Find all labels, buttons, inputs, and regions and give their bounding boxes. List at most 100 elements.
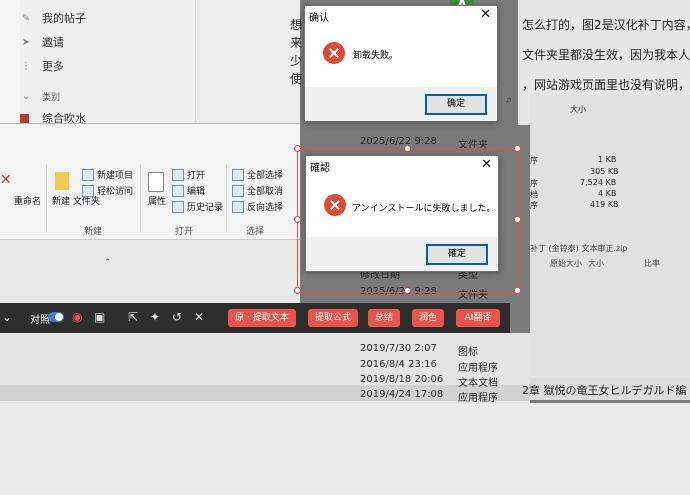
file-size: 4 KB xyxy=(598,189,617,198)
extract-text-button[interactable]: 原 · 提取文本 xyxy=(228,309,296,327)
select-all-label: 全部选择 xyxy=(247,171,284,181)
title-strip: 2章 獄悦の竜王女ヒルデガルド編 xyxy=(522,378,690,400)
close-icon[interactable]: ✕ xyxy=(480,7,491,22)
post-text-line: 怎么打的，图2是汉化补丁内容，图 xyxy=(522,18,690,32)
select-region-icon[interactable]: ⇱ xyxy=(128,310,138,324)
folder-icon xyxy=(55,172,69,190)
search-icon[interactable]: ⌕ xyxy=(506,93,512,107)
resize-handle[interactable] xyxy=(294,287,301,294)
edit-label: 编辑 xyxy=(187,187,206,197)
delete-icon[interactable]: ✕ xyxy=(0,172,12,188)
forum-sidebar: ✎ 我的帖子 ➤ 邀请 ⋮ 更多 ⌄ 类别 综合吹水 xyxy=(20,0,196,125)
pin-icon[interactable]: ✦ xyxy=(150,310,160,324)
summarize-button[interactable]: 总结 xyxy=(368,309,400,327)
invert-label: 反向选择 xyxy=(247,203,284,213)
easy-access-icon xyxy=(82,184,94,197)
chevron-down-icon: ⌄ xyxy=(21,90,31,102)
close-icon[interactable]: ✕ xyxy=(481,157,492,172)
archive-header: 补丁 (金铃泰) 文本审正.zip xyxy=(530,244,628,253)
sidebar-item-label: 更多 xyxy=(42,60,64,73)
post-text-line: 文件夹里都没生效，因为我本人玩这 xyxy=(522,48,690,62)
file-type-short: 档 xyxy=(530,190,538,199)
open-button[interactable]: 打开 xyxy=(172,168,205,181)
bottom-area xyxy=(0,403,690,495)
game-title: 2章 獄悦の竜王女ヒルデガルド編 xyxy=(522,384,687,397)
file-type: 应用程序 xyxy=(458,363,498,374)
resize-handle[interactable] xyxy=(514,216,521,223)
file-size: 305 KB xyxy=(590,167,619,176)
file-list xyxy=(0,333,530,403)
post-fragment: 使 xyxy=(290,72,303,86)
col-header: 比率 xyxy=(644,259,660,268)
divider xyxy=(140,164,141,232)
extract-formula-button[interactable]: 提取公式 xyxy=(308,309,358,327)
select-none-label: 全部取消 xyxy=(247,187,284,197)
rename-button[interactable]: 重命名 xyxy=(14,194,41,207)
ai-translate-button[interactable]: AI翻译 xyxy=(456,309,500,327)
sidebar-item-label: 我的帖子 xyxy=(42,12,86,25)
dialog-footer: 确定 xyxy=(305,87,497,121)
sidebar-item-invite[interactable]: ➤ 邀请 xyxy=(20,32,64,52)
compare-label: 对照 xyxy=(30,315,50,326)
properties-button[interactable]: 属性 xyxy=(148,194,166,207)
ok-button[interactable]: 確定 xyxy=(426,244,488,265)
collapse-chevron-icon[interactable]: ⌃ xyxy=(104,258,112,268)
invert-selection-button[interactable]: 反向选择 xyxy=(232,200,283,213)
edit-button[interactable]: 编辑 xyxy=(172,184,205,197)
col-header: 大小 xyxy=(588,259,604,268)
chevron-down-icon[interactable]: ⌄ xyxy=(2,310,12,324)
history-button[interactable]: 历史记录 xyxy=(172,200,223,213)
file-date: 2016/8/4 23:16 xyxy=(360,359,437,370)
file-size: 7,524 KB xyxy=(580,178,617,187)
sidebar-item-my-posts[interactable]: ✎ 我的帖子 xyxy=(20,8,86,28)
screenshot-toolbar: ⌄ 对照 ◉ ▣ ⇱ ✦ ↺ ✕ 原 · 提取文本 提取公式 总结 润色 AI翻… xyxy=(0,303,510,333)
divider xyxy=(226,164,227,232)
properties-icon xyxy=(148,172,164,192)
file-explorer-window: ✕ 重命名 新建 文件夹 新建项目 轻松访问 属性 打开 编辑 历史记录 全部选… xyxy=(0,123,300,304)
close-icon[interactable]: ✕ xyxy=(194,310,204,324)
select-none-button[interactable]: 全部取消 xyxy=(232,184,283,197)
pencil-icon: ✎ xyxy=(21,12,31,24)
resize-handle[interactable] xyxy=(404,287,411,294)
section-header[interactable]: ⌄ 类别 xyxy=(20,86,60,106)
resize-handle[interactable] xyxy=(294,145,301,152)
undo-icon[interactable]: ↺ xyxy=(172,310,182,324)
error-icon xyxy=(323,42,345,64)
file-date: 2019/8/18 20:06 xyxy=(360,374,444,385)
easy-access-button[interactable]: 轻松访问 xyxy=(82,184,133,197)
resize-handle[interactable] xyxy=(294,216,301,223)
ribbon: ✕ 重命名 新建 文件夹 新建项目 轻松访问 属性 打开 编辑 历史记录 全部选… xyxy=(0,124,300,240)
edit-icon xyxy=(172,184,184,197)
send-icon: ➤ xyxy=(21,36,31,48)
col-size-header[interactable]: 大小 xyxy=(570,104,586,115)
sidebar-item-more[interactable]: ⋮ 更多 xyxy=(20,56,64,76)
forum-window: ✎ 我的帖子 ➤ 邀请 ⋮ 更多 ⌄ 类别 综合吹水 A 想 来 少 使 xyxy=(0,0,474,125)
history-icon xyxy=(172,200,184,213)
new-item-icon xyxy=(82,168,94,181)
compare-toggle[interactable] xyxy=(48,312,64,322)
group-label-new: 新建 xyxy=(84,227,103,237)
file-type-short: 序 xyxy=(530,156,538,165)
ok-button[interactable]: 确定 xyxy=(425,94,487,115)
invert-icon xyxy=(232,200,244,213)
new-item-button[interactable]: 新建项目 xyxy=(82,168,133,181)
dialog-title: 确认 xyxy=(309,13,329,24)
more-icon: ⋮ xyxy=(21,60,31,72)
selected-row-highlight xyxy=(0,385,530,401)
error-icon xyxy=(324,194,346,216)
confirm-dialog-cn: 确认 ✕ 卸载失败。 确定 xyxy=(304,5,498,122)
file-size: 419 KB xyxy=(590,200,619,209)
forum-content: A 想 来 少 使 xyxy=(196,0,474,125)
resize-handle[interactable] xyxy=(404,145,411,152)
category-color-icon xyxy=(20,113,29,123)
post-fragment: 来 xyxy=(290,36,303,50)
dialog-title: 確認 xyxy=(310,163,330,174)
polish-button[interactable]: 润色 xyxy=(412,309,444,327)
select-all-button[interactable]: 全部选择 xyxy=(232,168,283,181)
new-item-label: 新建项目 xyxy=(97,171,134,181)
resize-handle[interactable] xyxy=(514,287,521,294)
resize-handle[interactable] xyxy=(514,145,521,152)
record-icon[interactable]: ◉ xyxy=(72,310,82,324)
file-date: 2025/6/22 9:28 xyxy=(360,136,437,147)
save-icon[interactable]: ▣ xyxy=(94,310,105,324)
